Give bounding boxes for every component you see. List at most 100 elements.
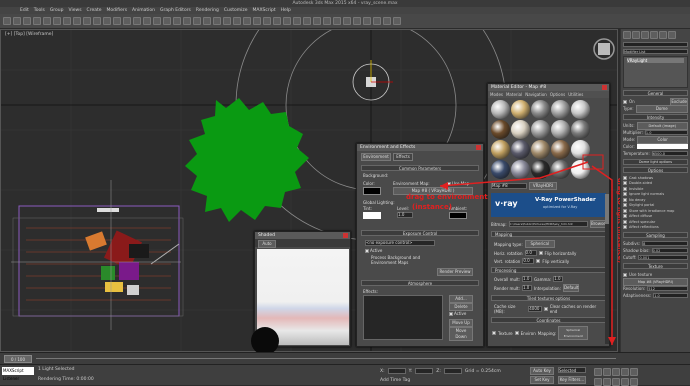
level-input[interactable]: 1.0 <box>397 212 413 218</box>
viewport-label[interactable]: [+] [Top] [Wireframe] <box>5 32 53 37</box>
toolbar-tool-icon[interactable] <box>213 17 221 25</box>
z-field[interactable] <box>443 368 462 374</box>
option-checkbox[interactable] <box>623 208 627 213</box>
toolbar-tool-icon[interactable] <box>263 17 271 25</box>
vert-rotation-input[interactable]: 0.0 <box>522 258 535 264</box>
mat-menu-modes[interactable]: Modes <box>490 91 503 98</box>
material-slot[interactable] <box>531 100 550 119</box>
set-key-button[interactable]: Set Key <box>530 376 554 384</box>
toolbar-tool-icon[interactable] <box>33 17 41 25</box>
mat-menu-material[interactable]: Material <box>506 91 522 98</box>
timeline[interactable]: 0 / 100 <box>0 352 690 364</box>
tint-swatch[interactable] <box>363 212 381 219</box>
toolbar-tool-icon[interactable] <box>123 17 131 25</box>
map-type-button[interactable]: VRayHDRI <box>529 182 557 190</box>
move-down-button[interactable]: Move Down <box>449 327 473 341</box>
toolbar-tool-icon[interactable] <box>153 17 161 25</box>
rollout-intensity[interactable]: Intensity <box>623 114 688 120</box>
interp-select[interactable]: Default <box>562 284 579 292</box>
toolbar-tool-icon[interactable] <box>83 17 91 25</box>
mat-editor-scrollbar[interactable] <box>605 194 609 344</box>
go-start-icon[interactable] <box>594 368 602 376</box>
material-slot[interactable] <box>511 120 530 139</box>
auto-key-button[interactable]: Auto Key <box>530 367 554 375</box>
material-slot[interactable] <box>531 160 550 179</box>
menu-item-graph-editors[interactable]: Graph Editors <box>160 7 191 14</box>
rollout-general[interactable]: General <box>623 90 688 96</box>
rollout-texture[interactable]: Texture <box>623 263 688 269</box>
material-slot[interactable] <box>491 140 510 159</box>
map-name-field[interactable]: Map #8 <box>491 183 527 189</box>
toolbar-tool-icon[interactable] <box>3 17 11 25</box>
menu-item-tools[interactable]: Tools <box>34 7 45 14</box>
toolbar-tool-icon[interactable] <box>203 17 211 25</box>
toolbar-tool-icon[interactable] <box>183 17 191 25</box>
toolbar-tool-icon[interactable] <box>333 17 341 25</box>
option-checkbox[interactable] <box>623 214 627 219</box>
toolbar-tool-icon[interactable] <box>53 17 61 25</box>
option-checkbox[interactable] <box>623 181 627 186</box>
option-checkbox[interactable] <box>623 192 627 197</box>
prev-frame-icon[interactable] <box>603 368 611 376</box>
flip-h-checkbox[interactable] <box>538 251 543 255</box>
maxscript-listener[interactable]: MAXScript Listener <box>2 367 34 381</box>
stack-item-vraylight[interactable]: VRayLight <box>627 58 684 63</box>
toolbar-tool-icon[interactable] <box>93 17 101 25</box>
material-slot[interactable] <box>571 160 590 179</box>
render-preview-button[interactable]: Render Preview <box>437 268 473 276</box>
toolbar-tool-icon[interactable] <box>253 17 261 25</box>
toolbar-tool-icon[interactable] <box>323 17 331 25</box>
menu-item-animation[interactable]: Animation <box>132 7 155 14</box>
toolbar-tool-icon[interactable] <box>113 17 121 25</box>
light-color-swatch[interactable] <box>636 144 688 149</box>
mat-menu-options[interactable]: Options <box>550 91 565 98</box>
toolbar-tool-icon[interactable] <box>353 17 361 25</box>
toolbar-tool-icon[interactable] <box>313 17 321 25</box>
toolbar-tool-icon[interactable] <box>173 17 181 25</box>
toolbar-tool-icon[interactable] <box>243 17 251 25</box>
option-checkbox[interactable] <box>623 203 627 208</box>
material-slot[interactable] <box>491 100 510 119</box>
temperature-input[interactable]: 6500.0 <box>651 151 688 156</box>
menu-item-modifiers[interactable]: Modifiers <box>107 7 128 14</box>
effects-list[interactable] <box>363 295 443 340</box>
env-effects-dialog[interactable]: Environment and Effects Environment Effe… <box>356 143 484 347</box>
rollout-common-params[interactable]: Common Parameters <box>361 165 479 171</box>
units-select[interactable]: Default (image) <box>636 121 688 130</box>
type-select[interactable]: Dome <box>635 104 688 113</box>
toolbar-tool-icon[interactable] <box>133 17 141 25</box>
material-slot[interactable] <box>531 140 550 159</box>
material-slots[interactable] <box>488 98 609 181</box>
motion-tab-icon[interactable] <box>650 31 658 39</box>
flip-v-checkbox[interactable] <box>536 259 541 263</box>
rollout-mapping[interactable]: Mapping <box>491 231 606 237</box>
rollout-coordinates[interactable]: Coordinates <box>491 317 606 323</box>
toolbar-tool-icon[interactable] <box>363 17 371 25</box>
material-slot[interactable] <box>511 160 530 179</box>
material-slot[interactable] <box>551 140 570 159</box>
rollout-options[interactable]: Options <box>623 167 688 173</box>
move-up-button[interactable]: Move Up <box>449 319 473 327</box>
menu-item-group[interactable]: Group <box>50 7 64 14</box>
object-name-field[interactable] <box>623 42 688 47</box>
use-texture-checkbox[interactable] <box>623 272 627 277</box>
environ-radio[interactable] <box>514 331 519 335</box>
mat-menu-navigation[interactable]: Navigation <box>525 91 547 98</box>
rollout-atmosphere[interactable]: Atmosphere <box>361 280 479 286</box>
option-checkbox[interactable] <box>623 197 627 202</box>
texture-map-button[interactable]: Map #8 (VRayHDRI) <box>623 277 688 286</box>
option-checkbox[interactable] <box>623 186 627 191</box>
rollout-exposure[interactable]: Exposure Control <box>361 230 479 236</box>
menu-item-edit[interactable]: Edit <box>20 7 29 14</box>
on-checkbox[interactable] <box>623 99 627 104</box>
create-tab-icon[interactable] <box>623 31 631 39</box>
hierarchy-tab-icon[interactable] <box>641 31 649 39</box>
material-slot[interactable] <box>531 120 550 139</box>
time-slider[interactable]: 0 / 100 <box>4 355 32 363</box>
close-icon[interactable] <box>476 145 481 150</box>
mode-select[interactable]: Color <box>637 135 688 144</box>
toolbar-tool-icon[interactable] <box>43 17 51 25</box>
x-field[interactable] <box>387 368 406 374</box>
tab-auto[interactable]: Auto <box>258 240 276 248</box>
material-slot[interactable] <box>551 160 570 179</box>
